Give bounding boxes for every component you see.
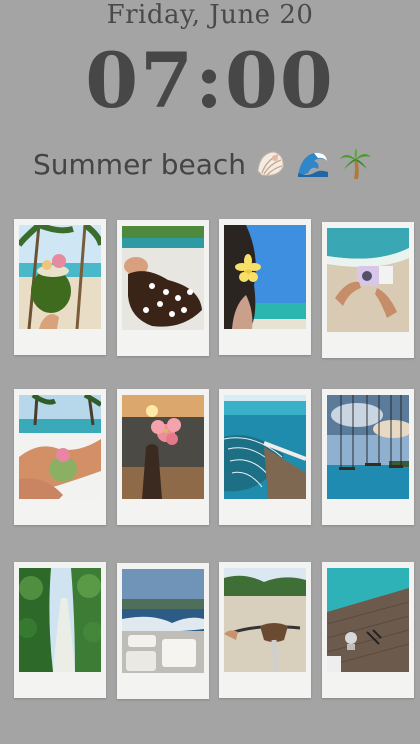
wooden-deck-lagoon-photo: [327, 568, 409, 672]
photo-card-5: [14, 389, 106, 525]
coconut-on-lounger-photo: [19, 395, 101, 499]
photo-card-3: [219, 219, 311, 355]
photo-card-1: [14, 219, 106, 355]
photo-card-6: [117, 389, 209, 525]
bicycle-beach-path-photo: [224, 568, 306, 672]
photo-card-12: [322, 562, 414, 698]
flowers-in-hair-photo: [122, 226, 204, 330]
hibiscus-sunset-photo: [122, 395, 204, 499]
photo-card-8: [322, 389, 414, 525]
boat-deck-photo: [122, 569, 204, 673]
instant-camera-beach-photo: [327, 228, 409, 332]
photo-card-4: [322, 222, 414, 358]
photo-card-10: [117, 563, 209, 699]
frangipani-sea-view-photo: [224, 225, 306, 329]
photo-card-7: [219, 389, 311, 525]
photo-card-9: [14, 562, 106, 698]
jungle-path-photo: [19, 568, 101, 672]
overwater-hammock-photo: [224, 395, 306, 499]
photo-collage: [0, 0, 420, 744]
coconut-drink-palm-photo: [19, 225, 101, 329]
photo-card-11: [219, 562, 311, 698]
photo-card-2: [117, 220, 209, 356]
sea-swings-photo: [327, 395, 409, 499]
